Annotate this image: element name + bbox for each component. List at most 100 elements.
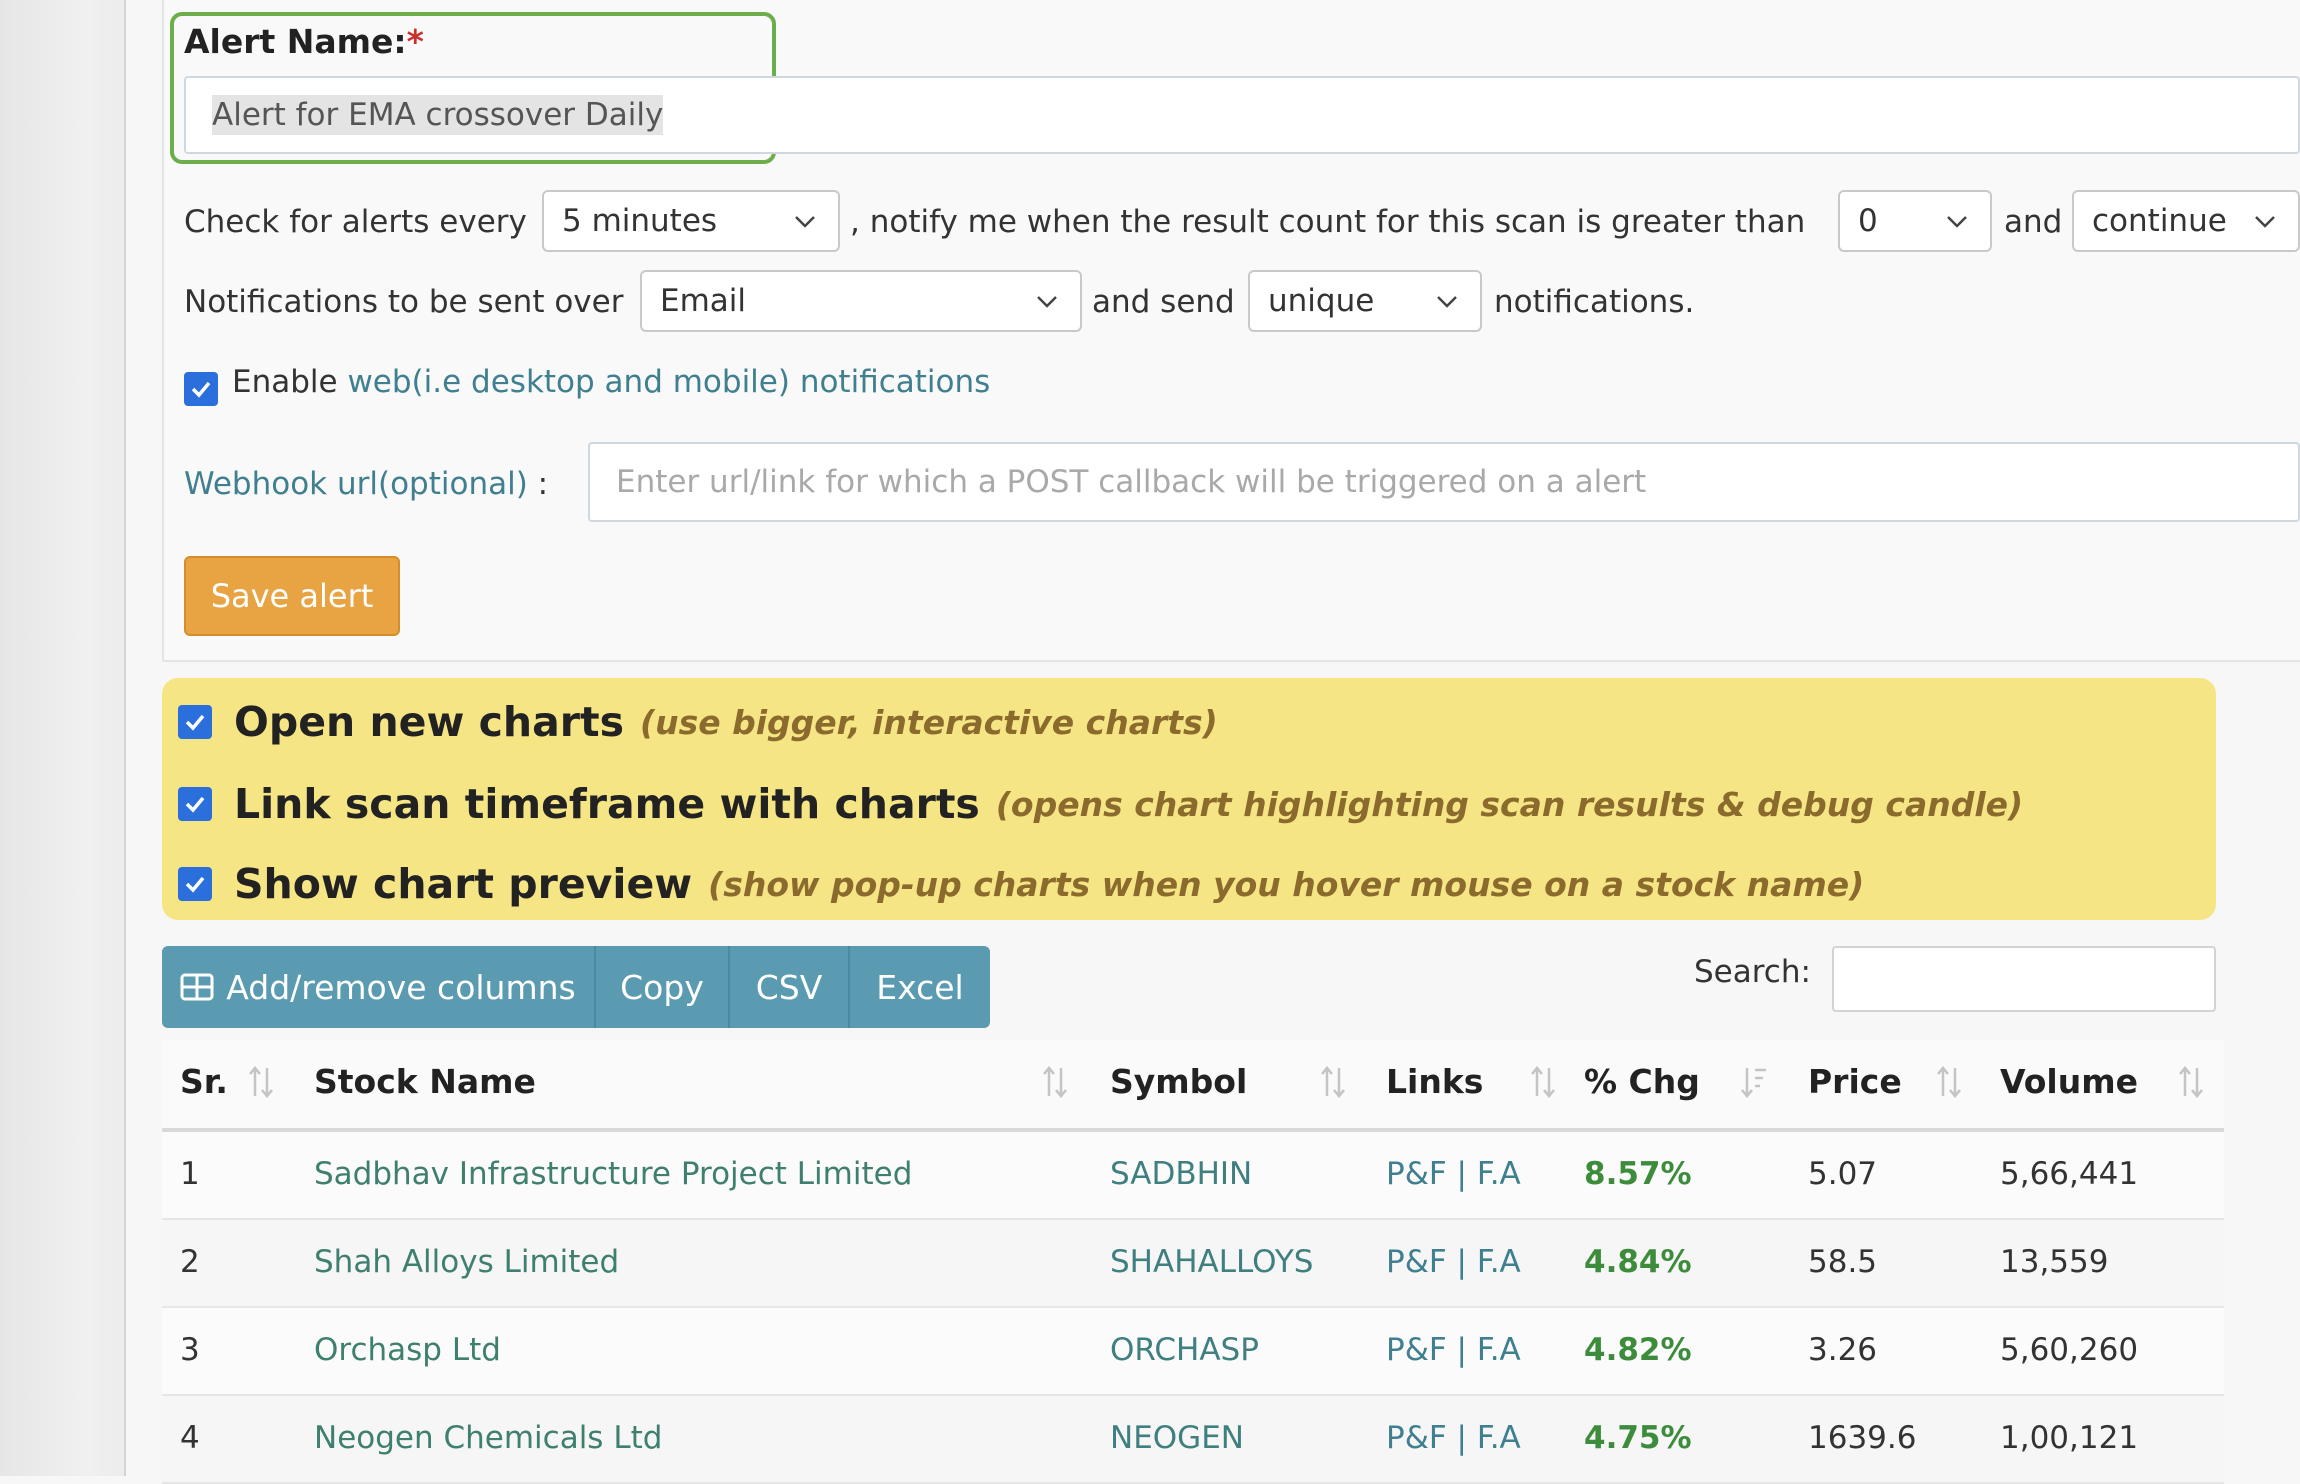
check-icon — [191, 381, 211, 398]
cell-volume: 1,00,121 — [2000, 1420, 2139, 1456]
cell-stock-name[interactable]: Orchasp Ltd — [314, 1332, 501, 1368]
search-input[interactable] — [1832, 946, 2216, 1012]
table-toolbar: Add/remove columns Copy CSV Excel — [162, 946, 990, 1028]
mode-select[interactable]: continue — [2072, 190, 2300, 252]
cell-sr: 4 — [180, 1420, 200, 1456]
notify-text: , notify me when the result count for th… — [850, 204, 1806, 240]
cell-links[interactable]: P&F | F.A — [1386, 1156, 1521, 1192]
cell-stock-name[interactable]: Neogen Chemicals Ltd — [314, 1420, 662, 1456]
mode-value: continue — [2092, 203, 2227, 239]
cell-stock-name[interactable]: Shah Alloys Limited — [314, 1244, 619, 1280]
channel-select[interactable]: Email — [640, 270, 1082, 332]
enable-web-checkbox[interactable] — [184, 372, 218, 406]
uniqueness-select[interactable]: unique — [1248, 270, 1482, 332]
sort-icon[interactable] — [246, 1062, 276, 1102]
sort-icon[interactable] — [1528, 1062, 1558, 1102]
cell-volume: 5,60,260 — [2000, 1332, 2139, 1368]
check-icon — [185, 876, 205, 893]
cell-pct-chg: 4.75% — [1584, 1420, 1692, 1456]
cell-links[interactable]: P&F | F.A — [1386, 1332, 1521, 1368]
cell-pct-chg: 4.82% — [1584, 1332, 1692, 1368]
uniqueness-value: unique — [1268, 283, 1375, 319]
option-hint: (show pop-up charts when you hover mouse… — [708, 864, 1865, 904]
chevron-down-icon — [795, 216, 815, 228]
table-body: 1 Sadbhav Infrastructure Project Limited… — [162, 1132, 2224, 1484]
table-row: 1 Sadbhav Infrastructure Project Limited… — [162, 1132, 2224, 1220]
cell-links[interactable]: P&F | F.A — [1386, 1244, 1521, 1280]
cell-volume: 13,559 — [2000, 1244, 2109, 1280]
webhook-label: Webhook url(optional) : — [184, 466, 549, 502]
cell-stock-name[interactable]: Sadbhav Infrastructure Project Limited — [314, 1156, 912, 1192]
cell-price: 3.26 — [1808, 1332, 1878, 1368]
enable-web-label: Enable web(i.e desktop and mobile) notif… — [232, 364, 991, 400]
header-price[interactable]: Price — [1808, 1062, 1902, 1101]
chevron-down-icon — [1037, 296, 1057, 308]
option-title: Show chart preview — [234, 860, 693, 908]
cell-price: 58.5 — [1808, 1244, 1878, 1280]
required-mark: * — [406, 22, 424, 61]
check-icon — [185, 714, 205, 731]
header-pct-chg[interactable]: % Chg — [1584, 1062, 1700, 1101]
option-title: Open new charts — [234, 698, 625, 746]
cell-price: 1639.6 — [1808, 1420, 1917, 1456]
cell-sr: 2 — [180, 1244, 200, 1280]
cell-sr: 3 — [180, 1332, 200, 1368]
sort-icon[interactable] — [2176, 1062, 2206, 1102]
cell-symbol: SHAHALLOYS — [1110, 1244, 1314, 1280]
table-row: 2 Shah Alloys Limited SHAHALLOYS P&F | F… — [162, 1220, 2224, 1308]
alert-name-value: Alert for EMA crossover Daily — [212, 95, 664, 135]
cell-symbol: NEOGEN — [1110, 1420, 1244, 1456]
table-icon — [180, 973, 214, 1001]
cell-links[interactable]: P&F | F.A — [1386, 1420, 1521, 1456]
alert-name-input[interactable]: Alert for EMA crossover Daily — [184, 76, 2300, 154]
and-text: and — [2004, 204, 2063, 240]
threshold-select[interactable]: 0 — [1838, 190, 1992, 252]
results-table: Sr. Stock Name Symbol Links % Chg Price … — [162, 1040, 2224, 1484]
option-link-timeframe[interactable]: Link scan timeframe with charts (opens c… — [178, 780, 2023, 828]
page-gutter — [0, 0, 126, 1476]
chevron-down-icon — [1947, 216, 1967, 228]
notifications-suffix-text: notifications. — [1494, 284, 1695, 320]
table-header: Sr. Stock Name Symbol Links % Chg Price … — [162, 1040, 2224, 1132]
save-alert-button[interactable]: Save alert — [184, 556, 400, 636]
header-stock-name[interactable]: Stock Name — [314, 1062, 536, 1101]
header-links[interactable]: Links — [1386, 1062, 1483, 1101]
add-remove-columns-button[interactable]: Add/remove columns — [162, 946, 596, 1028]
interval-value: 5 minutes — [562, 203, 718, 239]
option-open-new-charts[interactable]: Open new charts (use bigger, interactive… — [178, 698, 1218, 746]
csv-button[interactable]: CSV — [730, 946, 850, 1028]
open-charts-checkbox[interactable] — [178, 705, 212, 739]
sort-desc-icon[interactable] — [1738, 1062, 1768, 1102]
cell-symbol: SADBHIN — [1110, 1156, 1253, 1192]
cell-sr: 1 — [180, 1156, 200, 1192]
option-hint: (use bigger, interactive charts) — [640, 702, 1218, 742]
option-hint: (opens chart highlighting scan results &… — [995, 784, 2024, 824]
link-timeframe-checkbox[interactable] — [178, 787, 212, 821]
sort-icon[interactable] — [1318, 1062, 1348, 1102]
copy-button[interactable]: Copy — [596, 946, 730, 1028]
sort-icon[interactable] — [1934, 1062, 1964, 1102]
show-preview-checkbox[interactable] — [178, 867, 212, 901]
option-title: Link scan timeframe with charts — [234, 780, 980, 828]
option-show-preview[interactable]: Show chart preview (show pop-up charts w… — [178, 860, 1864, 908]
webhook-placeholder: Enter url/link for which a POST callback… — [616, 464, 1647, 500]
and-send-text: and send — [1092, 284, 1235, 320]
header-symbol[interactable]: Symbol — [1110, 1062, 1247, 1101]
interval-select[interactable]: 5 minutes — [542, 190, 840, 252]
sort-icon[interactable] — [1040, 1062, 1070, 1102]
table-row: 4 Neogen Chemicals Ltd NEOGEN P&F | F.A … — [162, 1396, 2224, 1484]
channel-value: Email — [660, 283, 747, 319]
check-alerts-text: Check for alerts every — [184, 204, 527, 240]
chevron-down-icon — [2255, 216, 2275, 228]
cell-volume: 5,66,441 — [2000, 1156, 2139, 1192]
webhook-input[interactable]: Enter url/link for which a POST callback… — [588, 442, 2300, 522]
web-notifications-link[interactable]: web(i.e desktop and mobile) notification… — [347, 364, 990, 400]
cell-pct-chg: 4.84% — [1584, 1244, 1692, 1280]
header-volume[interactable]: Volume — [2000, 1062, 2138, 1101]
excel-button[interactable]: Excel — [850, 946, 990, 1028]
notifications-over-text: Notifications to be sent over — [184, 284, 624, 320]
header-sr[interactable]: Sr. — [180, 1062, 228, 1101]
check-icon — [185, 796, 205, 813]
table-row: 3 Orchasp Ltd ORCHASP P&F | F.A 4.82% 3.… — [162, 1308, 2224, 1396]
cell-symbol: ORCHASP — [1110, 1332, 1259, 1368]
